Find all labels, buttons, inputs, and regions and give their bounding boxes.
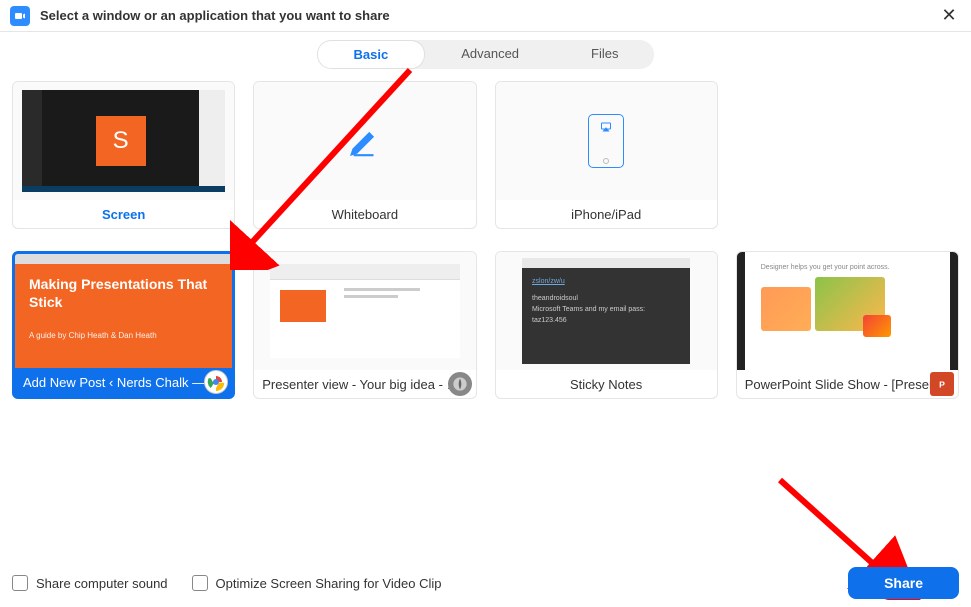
checkbox-share-sound[interactable]: Share computer sound <box>12 575 168 591</box>
tile-iphone-label: iPhone/iPad <box>504 207 709 222</box>
footer: Share computer sound Optimize Screen Sha… <box>0 559 971 607</box>
globe-icon <box>448 372 472 396</box>
tab-advanced[interactable]: Advanced <box>425 40 555 69</box>
airplay-icon <box>599 121 613 133</box>
slide-title: Making Presentations That Stick <box>29 276 218 311</box>
tile-powerpoint-label: PowerPoint Slide Show - [Present… <box>745 377 950 392</box>
screen-preview-icon: S <box>96 116 146 166</box>
sticky-line-4: taz123.456 <box>532 315 680 326</box>
sticky-line-1: zslon/zw/u <box>532 276 680 287</box>
checkbox-share-sound-label: Share computer sound <box>36 576 168 591</box>
thumb-powerpoint: Designer helps you get your point across… <box>737 252 958 370</box>
tile-chrome-window[interactable]: Making Presentations That Stick A guide … <box>12 251 235 399</box>
tile-presenter-view[interactable]: Presenter view - Your big idea - G… <box>253 251 476 399</box>
checkbox-icon <box>192 575 208 591</box>
tab-group: Basic Advanced Files <box>317 40 655 69</box>
slide-subtitle: A guide by Chip Heath & Dan Heath <box>29 331 218 340</box>
thumb-chrome: Making Presentations That Stick A guide … <box>15 254 232 368</box>
device-icon <box>588 114 624 168</box>
zoom-app-icon <box>10 6 30 26</box>
tile-whiteboard[interactable]: Whiteboard <box>253 81 476 229</box>
tab-files[interactable]: Files <box>555 40 654 69</box>
sticky-line-3: Microsoft Teams and my email pass: <box>532 304 680 315</box>
tile-presenter-label: Presenter view - Your big idea - G… <box>262 377 467 392</box>
thumb-whiteboard <box>254 82 475 200</box>
sticky-line-2: theandroidsoul <box>532 293 680 304</box>
thumb-iphone <box>496 82 717 200</box>
tile-sticky-notes[interactable]: zslon/zw/u theandroidsoul Microsoft Team… <box>495 251 718 399</box>
tile-chrome-label: Add New Post ‹ Nerds Chalk — … <box>23 375 224 390</box>
checkbox-icon <box>12 575 28 591</box>
tab-bar: Basic Advanced Files <box>0 32 971 81</box>
ppt-header-text: Designer helps you get your point across… <box>761 264 934 271</box>
tile-iphone-ipad[interactable]: iPhone/iPad <box>495 81 718 229</box>
pencil-icon <box>348 124 382 158</box>
tile-whiteboard-label: Whiteboard <box>262 207 467 222</box>
thumb-sticky: zslon/zw/u theandroidsoul Microsoft Team… <box>496 252 717 370</box>
checkbox-optimize-label: Optimize Screen Sharing for Video Clip <box>216 576 442 591</box>
powerpoint-icon: P <box>930 372 954 396</box>
share-source-grid: S Screen Whiteboard iPhone/iPad <box>0 81 971 411</box>
thumb-screen: S <box>13 82 234 200</box>
svg-text:P: P <box>939 379 945 389</box>
share-button[interactable]: Share <box>848 567 959 599</box>
checkbox-optimize-video[interactable]: Optimize Screen Sharing for Video Clip <box>192 575 442 591</box>
tile-screen[interactable]: S Screen <box>12 81 235 229</box>
dialog-title: Select a window or an application that y… <box>40 8 937 23</box>
tab-basic[interactable]: Basic <box>317 40 426 69</box>
close-button[interactable]: ✕ <box>937 4 961 28</box>
tile-screen-label: Screen <box>21 207 226 222</box>
tile-powerpoint[interactable]: Designer helps you get your point across… <box>736 251 959 399</box>
titlebar: Select a window or an application that y… <box>0 0 971 32</box>
thumb-presenter <box>254 252 475 370</box>
chrome-icon <box>204 370 228 394</box>
tile-sticky-label: Sticky Notes <box>504 377 709 392</box>
